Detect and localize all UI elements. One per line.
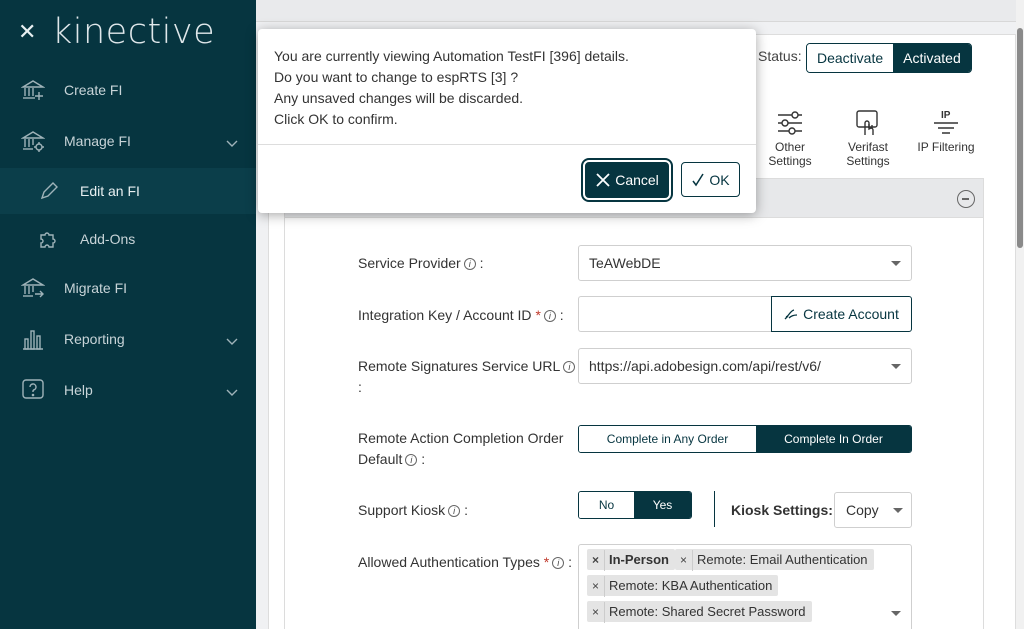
complete-in-order-option[interactable]: Complete In Order bbox=[756, 426, 911, 452]
tab-label: IP Filtering bbox=[917, 140, 975, 154]
caret-down-icon bbox=[891, 611, 901, 616]
remove-icon[interactable]: × bbox=[587, 576, 605, 597]
completion-order-label: Remote Action Completion Order Default i : bbox=[358, 430, 564, 467]
chevron-down-icon bbox=[226, 384, 238, 400]
sidebar-item-label: Manage FI bbox=[64, 133, 131, 149]
close-icon bbox=[596, 173, 610, 187]
sidebar-item-help[interactable]: Help bbox=[0, 367, 256, 413]
remote-sig-url-select[interactable]: https://api.adobesign.com/api/rest/v6/ bbox=[578, 348, 912, 384]
svg-text:IP: IP bbox=[941, 110, 951, 121]
sidebar-item-add-ons[interactable]: Add-Ons bbox=[0, 216, 256, 262]
top-bar bbox=[256, 0, 1024, 22]
kiosk-settings-select[interactable]: Copy bbox=[834, 492, 912, 528]
sidebar-item-label: Add-Ons bbox=[80, 231, 136, 247]
auth-type-chip: × In-Person bbox=[587, 549, 675, 571]
status-toggle: Deactivate Activated bbox=[806, 43, 972, 73]
info-icon[interactable]: i bbox=[405, 454, 418, 466]
sliders-icon bbox=[751, 106, 829, 140]
tab-ip-filtering[interactable]: IP IP Filtering bbox=[907, 106, 985, 168]
tab-label: Other bbox=[774, 140, 805, 154]
sidebar-item-migrate-fi[interactable]: Migrate FI bbox=[0, 265, 256, 311]
sidebar-item-create-fi[interactable]: Create FI bbox=[0, 67, 256, 113]
integration-key-label: Integration Key / Account ID * i : bbox=[358, 307, 564, 323]
settings-tabs: Other Settings Verifast Settings IP IP F… bbox=[751, 106, 985, 168]
bar-chart-icon bbox=[20, 326, 46, 352]
logo: kinective bbox=[52, 12, 216, 52]
remove-icon[interactable]: × bbox=[587, 602, 605, 623]
kiosk-no-option[interactable]: No bbox=[579, 492, 634, 518]
complete-any-order-option[interactable]: Complete in Any Order bbox=[579, 426, 756, 452]
sidebar-item-reporting[interactable]: Reporting bbox=[0, 316, 256, 362]
cancel-button[interactable]: Cancel bbox=[583, 160, 671, 200]
sidebar-item-label: Reporting bbox=[64, 331, 125, 347]
create-account-button[interactable]: Create Account bbox=[771, 296, 912, 332]
info-icon[interactable]: i bbox=[463, 258, 476, 270]
support-kiosk-label: Support Kiosk i : bbox=[358, 502, 468, 518]
bank-gear-icon bbox=[20, 128, 46, 154]
tab-verifast-settings[interactable]: Verifast Settings bbox=[829, 106, 907, 168]
chevron-down-icon bbox=[226, 135, 238, 151]
tab-other-settings[interactable]: Other Settings bbox=[751, 106, 829, 168]
deactivate-button[interactable]: Deactivate bbox=[807, 44, 894, 72]
status-label: Status: bbox=[758, 48, 802, 64]
caret-down-icon bbox=[891, 261, 901, 266]
integration-key-row: Create Account bbox=[578, 296, 912, 332]
sidebar-item-label: Create FI bbox=[64, 82, 123, 98]
confirm-dialog: You are currently viewing Automation Tes… bbox=[258, 29, 756, 213]
puzzle-icon bbox=[36, 226, 62, 252]
ok-button[interactable]: OK bbox=[681, 162, 740, 197]
help-icon bbox=[20, 377, 46, 403]
chevron-down-icon bbox=[226, 333, 238, 349]
info-icon[interactable]: i bbox=[448, 505, 461, 517]
sidebar-item-manage-fi[interactable]: Manage FI bbox=[0, 118, 256, 164]
ip-filter-icon: IP bbox=[907, 106, 985, 140]
remote-sig-url-label: Remote Signatures Service URL i: bbox=[358, 356, 578, 398]
info-icon[interactable]: i bbox=[563, 361, 576, 373]
sidebar-item-label: Help bbox=[64, 382, 93, 398]
auth-types-multiselect[interactable]: × In-Person × Remote: Email Authentication… bbox=[578, 544, 912, 629]
remove-icon[interactable]: × bbox=[675, 550, 693, 571]
check-icon bbox=[692, 173, 705, 186]
sidebar: ✕ kinective Create FI Manage FI Edit an … bbox=[0, 0, 256, 629]
caret-down-icon bbox=[891, 364, 901, 369]
sidebar-item-label: Edit an FI bbox=[80, 183, 140, 199]
tab-label: Settings bbox=[846, 154, 890, 168]
support-kiosk-toggle: No Yes bbox=[578, 491, 692, 519]
auth-types-label: Allowed Authentication Types * i : bbox=[358, 554, 572, 570]
caret-down-icon bbox=[893, 508, 903, 513]
activated-button[interactable]: Activated bbox=[893, 44, 971, 72]
pencil-icon bbox=[36, 178, 62, 204]
scrollbar-thumb[interactable] bbox=[1017, 28, 1023, 248]
remove-icon[interactable]: × bbox=[587, 550, 605, 571]
scrollbar[interactable] bbox=[1016, 0, 1024, 629]
kiosk-settings-label: Kiosk Settings: bbox=[731, 502, 833, 518]
auth-type-chip: × Remote: KBA Authentication bbox=[587, 575, 779, 597]
auth-type-chip: × Remote: Shared Secret Password bbox=[587, 601, 812, 623]
close-icon[interactable]: ✕ bbox=[18, 21, 38, 43]
kiosk-yes-option[interactable]: Yes bbox=[634, 492, 691, 518]
completion-order-toggle: Complete in Any Order Complete In Order bbox=[578, 425, 912, 453]
service-provider-select[interactable]: TeAWebDE bbox=[578, 245, 912, 281]
link-icon bbox=[784, 309, 798, 320]
service-provider-label: Service Provider i : bbox=[358, 255, 484, 271]
hand-touch-icon bbox=[829, 106, 907, 140]
sidebar-item-label: Migrate FI bbox=[64, 280, 128, 296]
auth-type-chip: × Remote: Email Authentication bbox=[675, 549, 874, 571]
collapse-icon[interactable] bbox=[957, 190, 975, 208]
info-icon[interactable]: i bbox=[552, 557, 565, 569]
bank-plus-icon bbox=[20, 77, 46, 103]
tab-label: Verifast bbox=[847, 140, 889, 154]
info-icon[interactable]: i bbox=[543, 310, 556, 322]
divider bbox=[714, 491, 715, 527]
tab-label: Settings bbox=[768, 154, 812, 168]
integration-key-input[interactable] bbox=[578, 296, 771, 332]
dialog-message: You are currently viewing Automation Tes… bbox=[258, 29, 756, 145]
sidebar-item-edit-fi[interactable]: Edit an FI bbox=[0, 168, 256, 214]
bank-arrow-icon bbox=[20, 275, 46, 301]
